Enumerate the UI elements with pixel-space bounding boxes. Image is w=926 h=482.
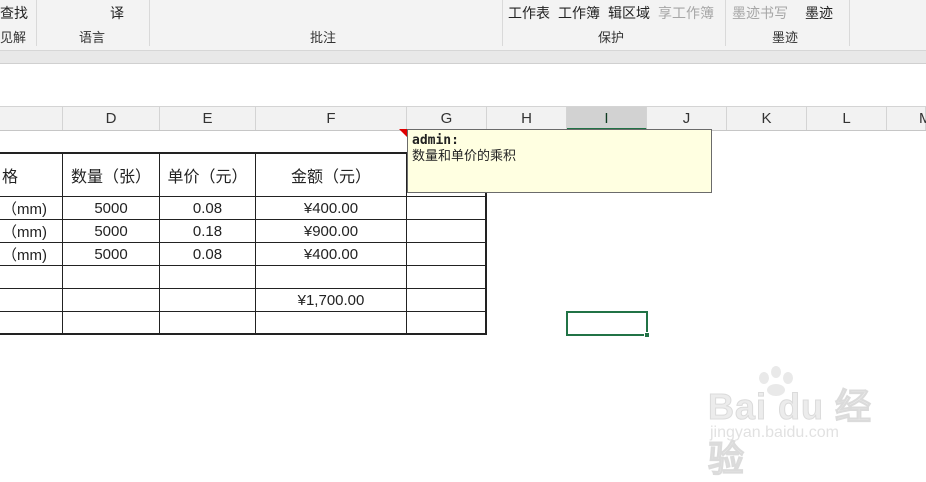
column-header-partial[interactable] xyxy=(0,107,63,130)
ink-writing-button[interactable]: 墨迹书写 xyxy=(732,6,788,22)
formula-bar-area[interactable] xyxy=(0,64,926,97)
table-cell[interactable] xyxy=(256,266,407,289)
ribbon-separator xyxy=(849,0,850,46)
table-cell[interactable] xyxy=(407,197,487,220)
protect-workbook-button[interactable]: 工作簿 xyxy=(558,6,600,22)
table-cell[interactable] xyxy=(0,266,63,289)
table-cell[interactable]: 0.08 xyxy=(160,197,256,220)
table-cell[interactable]: 5000 xyxy=(63,243,160,266)
table-cell[interactable]: （mm) xyxy=(0,197,63,220)
table-header-unit-price[interactable]: 单价（元） xyxy=(160,154,256,197)
fill-handle[interactable] xyxy=(644,332,650,338)
group-label-language: 语言 xyxy=(79,31,106,46)
table-header-amount[interactable]: 金额（元） xyxy=(256,154,407,197)
column-header-m[interactable]: M xyxy=(887,107,926,130)
ribbon-separator xyxy=(725,0,726,46)
column-header-g[interactable]: G xyxy=(407,107,487,130)
table-cell[interactable]: 5000 xyxy=(63,197,160,220)
column-header-f[interactable]: F xyxy=(256,107,407,130)
table-cell[interactable] xyxy=(160,312,256,335)
clipped-ribbon-text: — xyxy=(52,0,66,6)
protect-sheet-button[interactable]: 工作表 xyxy=(508,6,550,22)
group-label-ink: 墨迹 xyxy=(772,31,799,46)
table-cell[interactable] xyxy=(0,312,63,335)
ribbon-collapse-strip xyxy=(0,51,926,64)
table-cell[interactable]: ¥400.00 xyxy=(256,243,407,266)
table-cell[interactable] xyxy=(407,312,487,335)
table-cell[interactable] xyxy=(256,312,407,335)
table-cell[interactable] xyxy=(0,289,63,312)
comment-text: 数量和单价的乘积 xyxy=(412,149,517,164)
table-cell[interactable] xyxy=(63,312,160,335)
column-header-k[interactable]: K xyxy=(727,107,807,130)
table-cell[interactable] xyxy=(63,289,160,312)
ribbon-separator xyxy=(36,0,37,46)
active-cell-selection[interactable] xyxy=(566,311,648,336)
column-header-e[interactable]: E xyxy=(160,107,256,130)
allow-edit-ranges-button[interactable]: 辑区域 xyxy=(608,6,650,22)
table-cell[interactable] xyxy=(63,266,160,289)
column-header-i[interactable]: I xyxy=(567,107,647,130)
ribbon-separator xyxy=(502,0,503,46)
comment-author: admin: xyxy=(412,133,459,148)
find-button-label[interactable]: 查找 xyxy=(0,6,28,22)
group-label-insights: 见解 xyxy=(0,31,27,46)
clipped-ribbon-text: ——— —— xyxy=(160,0,234,6)
table-header-spec[interactable]: 格 xyxy=(0,154,63,197)
ribbon: 查找 译 — ——— —— 见解 语言 批注 工作表 工作簿 辑区域 享工作簿 … xyxy=(0,0,926,51)
table-header-quantity[interactable]: 数量（张） xyxy=(63,154,160,197)
table-cell[interactable]: 0.08 xyxy=(160,243,256,266)
group-label-comments: 批注 xyxy=(310,31,337,46)
table-cell[interactable] xyxy=(407,266,487,289)
total-amount-cell[interactable]: ¥1,700.00 xyxy=(256,289,407,312)
column-headers: D E F G H I J K L M xyxy=(0,106,926,131)
ribbon-separator xyxy=(149,0,150,46)
group-label-protect: 保护 xyxy=(598,31,625,46)
ink-button[interactable]: 墨迹 xyxy=(805,6,833,22)
comment-indicator[interactable] xyxy=(399,129,407,137)
watermark: Bai du 经验 jingyan.baidu.com xyxy=(708,366,908,480)
column-header-d[interactable]: D xyxy=(63,107,160,130)
table-cell[interactable] xyxy=(407,243,487,266)
table-cell[interactable] xyxy=(160,266,256,289)
column-header-l[interactable]: L xyxy=(807,107,887,130)
watermark-url: jingyan.baidu.com xyxy=(710,424,839,441)
table-cell[interactable] xyxy=(407,289,487,312)
table-cell[interactable]: （mm) xyxy=(0,243,63,266)
table-cell[interactable]: 5000 xyxy=(63,220,160,243)
translate-button-label[interactable]: 译 xyxy=(110,6,124,22)
table-cell[interactable] xyxy=(407,220,487,243)
cell-comment-box[interactable]: admin: 数量和单价的乘积 xyxy=(407,129,712,193)
column-header-h[interactable]: H xyxy=(487,107,567,130)
table-cell[interactable]: （mm) xyxy=(0,220,63,243)
share-workbook-button[interactable]: 享工作簿 xyxy=(658,6,714,22)
table-cell[interactable] xyxy=(160,289,256,312)
table-cell[interactable]: ¥900.00 xyxy=(256,220,407,243)
table-cell[interactable]: ¥400.00 xyxy=(256,197,407,220)
table-cell[interactable]: 0.18 xyxy=(160,220,256,243)
column-header-j[interactable]: J xyxy=(647,107,727,130)
